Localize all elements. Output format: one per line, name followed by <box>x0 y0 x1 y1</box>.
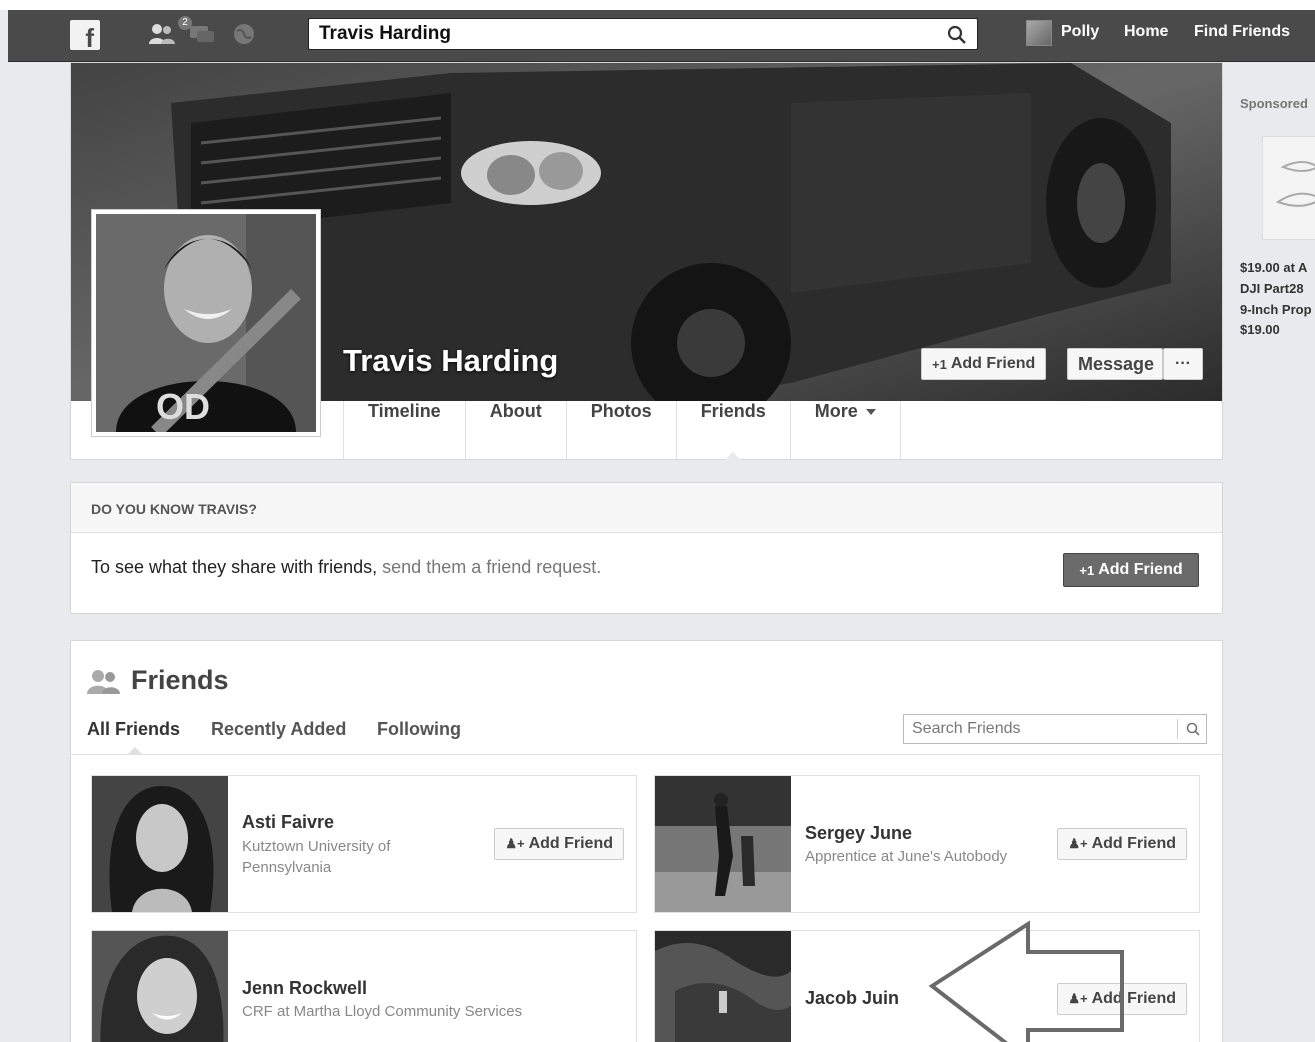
know-text-light: send them a friend request. <box>377 557 602 577</box>
friend-card: Jenn Rockwell CRF at Martha Lloyd Commun… <box>91 930 637 1042</box>
profile-name: Travis Harding <box>343 343 559 378</box>
add-friend-request-label: Add Friend <box>1098 561 1183 578</box>
tab-all-friends[interactable]: All Friends <box>87 719 180 740</box>
friend-card: Jacob Juin ♟+ Add Friend <box>654 930 1200 1042</box>
sponsored-label: Sponsored <box>1240 96 1308 111</box>
friends-section: Friends All Friends Recently Added Follo… <box>70 640 1223 1042</box>
chevron-down-icon <box>865 409 876 416</box>
top-navigation-bar: f 2 Polly Home Find Friends <box>8 10 1315 62</box>
user-avatar[interactable] <box>1026 20 1052 46</box>
add-friend-request-button[interactable]: +1 Add Friend <box>1063 553 1199 587</box>
search-icon[interactable] <box>1186 722 1200 736</box>
profile-picture[interactable]: OD <box>91 209 321 437</box>
tab-about[interactable]: About <box>464 401 566 459</box>
svg-text:OD: OD <box>156 386 210 427</box>
friends-title: Friends <box>87 665 229 696</box>
add-friend-button[interactable]: ♟+ Add Friend <box>1057 828 1187 860</box>
tab-following[interactable]: Following <box>377 719 461 740</box>
add-friend-label: Add Friend <box>1091 990 1176 1007</box>
add-friend-label: Add Friend <box>1091 835 1176 852</box>
ad-title-line[interactable]: DJI Part28 <box>1240 281 1304 296</box>
friend-name[interactable]: Jenn Rockwell <box>242 978 367 999</box>
profile-tabs: Timeline About Photos Friends More <box>343 401 901 460</box>
ad-price-line[interactable]: $19.00 at A <box>1240 260 1307 275</box>
friend-subtitle: CRF at Martha Lloyd Community Services <box>242 1003 523 1020</box>
search-bar[interactable] <box>308 18 978 50</box>
friends-icon <box>87 669 120 694</box>
friend-name[interactable]: Jacob Juin <box>805 988 899 1009</box>
facebook-logo-icon[interactable]: f <box>70 20 100 50</box>
friend-subtitle: Kutztown University of Pennsylvania <box>242 838 391 876</box>
divider <box>71 754 1222 755</box>
profile-header: OD Travis Harding +1 Add Friend Message … <box>70 62 1223 460</box>
friend-name[interactable]: Asti Faivre <box>242 812 334 833</box>
tab-recently-added[interactable]: Recently Added <box>211 719 346 740</box>
add-friend-button[interactable]: +1 Add Friend <box>921 348 1047 380</box>
top-margin <box>0 0 1315 10</box>
search-friends-input[interactable] <box>904 715 1174 743</box>
add-friend-label: Add Friend <box>950 355 1036 372</box>
search-friends-box[interactable] <box>903 714 1207 744</box>
tab-photos[interactable]: Photos <box>565 401 676 459</box>
add-friend-label: Add Friend <box>528 835 613 852</box>
do-you-know-heading: DO YOU KNOW TRAVIS? <box>71 483 1222 533</box>
add-friend-icon: ♟+ <box>1068 991 1088 1006</box>
divider <box>1177 719 1178 739</box>
nav-home-link[interactable]: Home <box>1124 23 1168 41</box>
tab-more[interactable]: More <box>789 401 901 459</box>
add-friend-icon: +1 <box>1079 562 1095 578</box>
ad-title-line[interactable]: 9-Inch Prop <box>1240 302 1312 317</box>
tab-timeline[interactable]: Timeline <box>343 401 465 459</box>
message-button[interactable]: Message <box>1067 348 1163 380</box>
friends-title-label: Friends <box>131 665 229 695</box>
friend-requests-icon[interactable] <box>148 22 176 46</box>
search-input[interactable] <box>309 19 909 49</box>
add-friend-icon: ♟+ <box>1068 836 1088 851</box>
add-friend-icon: +1 <box>932 356 947 372</box>
ad-image[interactable] <box>1262 136 1315 240</box>
do-you-know-text: To see what they share with friends, sen… <box>91 557 601 578</box>
friend-photo[interactable] <box>655 776 791 912</box>
add-friend-icon: ♟+ <box>505 836 525 851</box>
tab-friends[interactable]: Friends <box>675 401 790 460</box>
ad-price: $19.00 <box>1240 322 1280 337</box>
do-you-know-card: DO YOU KNOW TRAVIS? To see what they sha… <box>70 482 1223 614</box>
more-options-button[interactable]: ··· <box>1163 348 1203 380</box>
friend-photo[interactable] <box>655 931 791 1042</box>
friend-card: Asti Faivre Kutztown University of Penns… <box>91 775 637 913</box>
search-icon[interactable] <box>947 25 967 45</box>
know-text-main: To see what they share with friends, <box>91 557 378 577</box>
tab-more-label: More <box>814 401 858 421</box>
friend-name[interactable]: Sergey June <box>805 823 912 844</box>
friend-photo[interactable] <box>92 931 228 1042</box>
friend-card: Sergey June Apprentice at June's Autobod… <box>654 775 1200 913</box>
friend-photo[interactable] <box>92 776 228 912</box>
add-friend-button[interactable]: ♟+ Add Friend <box>494 828 624 860</box>
nav-profile-link[interactable]: Polly <box>1061 23 1099 41</box>
friend-subtitle: Apprentice at June's Autobody <box>805 848 1008 865</box>
globe-icon[interactable] <box>232 22 256 46</box>
nav-find-friends-link[interactable]: Find Friends <box>1194 23 1290 41</box>
messages-icon[interactable] <box>188 22 216 46</box>
add-friend-button[interactable]: ♟+ Add Friend <box>1057 983 1187 1015</box>
